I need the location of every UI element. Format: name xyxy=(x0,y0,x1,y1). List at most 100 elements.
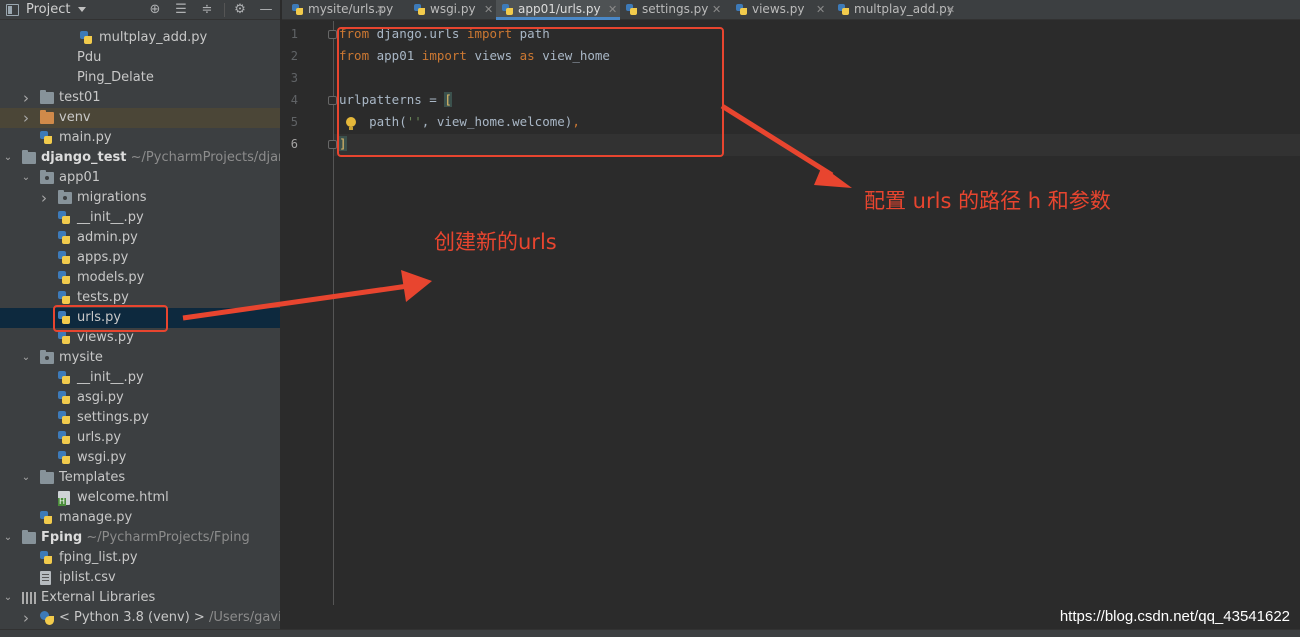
chevron-down-icon[interactable]: ⌄ xyxy=(20,348,32,368)
tree-item-label: settings.py xyxy=(77,408,149,428)
tree-item-name: apps.py xyxy=(77,250,129,265)
file-annotation-box xyxy=(53,305,168,332)
tab-label: app01/urls.py xyxy=(518,2,601,16)
tree-item[interactable]: __init__.py xyxy=(0,208,280,228)
tree-item-label: < Python 3.8 (venv) > /Users/gavinw xyxy=(59,608,280,628)
python-file-icon xyxy=(58,231,70,245)
tree-item-name: mysite xyxy=(59,350,103,365)
tree-item[interactable]: __init__.py xyxy=(0,368,280,388)
tree-item[interactable]: wsgi.py xyxy=(0,448,280,468)
tree-item-name: views.py xyxy=(77,330,134,345)
chevron-down-icon[interactable]: ⌄ xyxy=(20,468,32,488)
tree-item[interactable]: welcome.html xyxy=(0,488,280,508)
project-view-selector[interactable]: Project xyxy=(26,2,70,17)
tree-item[interactable]: multplay_add.py xyxy=(0,28,280,48)
chevron-right-icon[interactable]: › xyxy=(38,188,50,208)
line-number: 3 xyxy=(290,71,298,85)
tree-item[interactable]: Ping_Delate xyxy=(0,68,280,88)
tree-item-label: test01 xyxy=(59,88,101,108)
tree-item-label: wsgi.py xyxy=(77,448,126,468)
tree-item-label: Ping_Delate xyxy=(77,68,154,88)
fold-marker-icon[interactable] xyxy=(328,140,337,149)
tree-item-name: manage.py xyxy=(59,510,133,525)
tree-item-label: admin.py xyxy=(77,228,138,248)
tree-item[interactable]: › test01 xyxy=(0,88,280,108)
chevron-right-icon[interactable]: › xyxy=(20,608,32,628)
editor-tab[interactable]: wsgi.py ✕ xyxy=(408,0,496,20)
close-icon[interactable]: ✕ xyxy=(608,0,617,19)
tree-item-label: migrations xyxy=(77,188,147,208)
tree-item[interactable]: › migrations xyxy=(0,188,280,208)
tree-item[interactable]: Pdu xyxy=(0,48,280,68)
tree-item[interactable]: ⌄ app01 xyxy=(0,168,280,188)
tree-item-name: multplay_add.py xyxy=(99,30,208,45)
editor-tab-bar: mysite/urls.py ✕ wsgi.py ✕ app01/urls.py ✕ set… xyxy=(282,0,1300,20)
tree-item-name: wsgi.py xyxy=(77,450,127,465)
tree-item[interactable]: manage.py xyxy=(0,508,280,528)
watermark: https://blog.csdn.net/qq_43541622 xyxy=(1059,608,1290,625)
chevron-right-icon[interactable]: › xyxy=(20,108,32,128)
tree-item-label: Templates xyxy=(59,468,125,488)
package-icon xyxy=(58,190,72,204)
editor-tab[interactable]: app01/urls.py ✕ xyxy=(496,0,620,20)
tree-item[interactable]: ⌄ Templates xyxy=(0,468,280,488)
tree-item[interactable]: asgi.py xyxy=(0,388,280,408)
tree-item[interactable]: main.py xyxy=(0,128,280,148)
tree-item[interactable]: › < Python 3.8 (venv) > /Users/gavinw xyxy=(0,608,280,628)
folder-icon xyxy=(22,150,36,164)
python-file-icon xyxy=(838,4,850,16)
chevron-down-icon[interactable]: ⌄ xyxy=(2,148,14,168)
chevron-down-icon[interactable]: ⌄ xyxy=(20,168,32,188)
tree-item[interactable]: models.py xyxy=(0,268,280,288)
python-file-icon xyxy=(58,411,70,425)
editor-tab[interactable]: views.py ✕ xyxy=(730,0,828,20)
folder-orange-icon xyxy=(40,110,54,124)
chevron-down-icon[interactable]: ⌄ xyxy=(2,528,14,548)
gutter-divider xyxy=(333,21,334,605)
tree-item-name: tests.py xyxy=(77,290,129,305)
chevron-down-icon[interactable]: ⌄ xyxy=(2,588,14,608)
tree-item-name: django_test xyxy=(41,150,127,165)
close-icon[interactable]: ✕ xyxy=(712,0,721,19)
locate-target-icon[interactable]: ⊕ xyxy=(146,1,164,19)
project-view-icon xyxy=(6,4,19,16)
tree-item[interactable]: settings.py xyxy=(0,408,280,428)
tree-item-name: settings.py xyxy=(77,410,149,425)
tree-item-name: main.py xyxy=(59,130,112,145)
tree-item-name: test01 xyxy=(59,90,101,105)
chevron-right-icon[interactable]: › xyxy=(20,88,32,108)
fold-marker-icon[interactable] xyxy=(328,96,337,105)
editor-tab[interactable]: settings.py ✕ xyxy=(620,0,724,20)
tree-item[interactable]: › venv xyxy=(0,108,280,128)
tree-item[interactable]: apps.py xyxy=(0,248,280,268)
tree-item[interactable]: urls.py xyxy=(0,428,280,448)
close-icon[interactable]: ✕ xyxy=(816,0,825,19)
editor-tab[interactable]: mysite/urls.py ✕ xyxy=(286,0,393,20)
project-panel-header: Project ⊕ ☰ ≑ ⚙ — xyxy=(0,0,280,20)
chevron-down-icon[interactable] xyxy=(78,7,86,12)
line-number: 1 xyxy=(290,27,298,41)
hide-panel-icon[interactable]: — xyxy=(257,1,275,19)
tree-item[interactable]: ⌄ Fping ~/PycharmProjects/Fping xyxy=(0,528,280,548)
close-icon[interactable]: ✕ xyxy=(376,0,385,19)
line-number: 2 xyxy=(290,49,298,63)
python-file-icon xyxy=(58,291,70,305)
gear-icon[interactable]: ⚙ xyxy=(231,1,249,19)
tree-item[interactable]: admin.py xyxy=(0,228,280,248)
close-icon[interactable]: ✕ xyxy=(484,0,493,19)
tree-item[interactable]: fping_list.py xyxy=(0,548,280,568)
collapse-all-icon[interactable]: ≑ xyxy=(198,1,216,19)
tree-item[interactable]: ⌄ django_test ~/PycharmProjects/django xyxy=(0,148,280,168)
expand-all-icon[interactable]: ☰ xyxy=(172,1,190,19)
tree-item[interactable]: iplist.csv xyxy=(0,568,280,588)
tree-item-label: Fping ~/PycharmProjects/Fping xyxy=(41,528,250,548)
tree-item-label: multplay_add.py xyxy=(99,28,207,48)
fold-marker-icon[interactable] xyxy=(328,30,337,39)
folder-icon xyxy=(22,530,36,544)
tree-item[interactable]: ⌄ External Libraries xyxy=(0,588,280,608)
editor-tab[interactable]: multplay_add.py ✕ xyxy=(832,0,958,20)
close-icon[interactable]: ✕ xyxy=(946,0,955,19)
tree-item[interactable]: ⌄ mysite xyxy=(0,348,280,368)
python-file-icon xyxy=(626,4,638,16)
tree-item-name: < Python 3.8 (venv) > xyxy=(59,610,205,625)
